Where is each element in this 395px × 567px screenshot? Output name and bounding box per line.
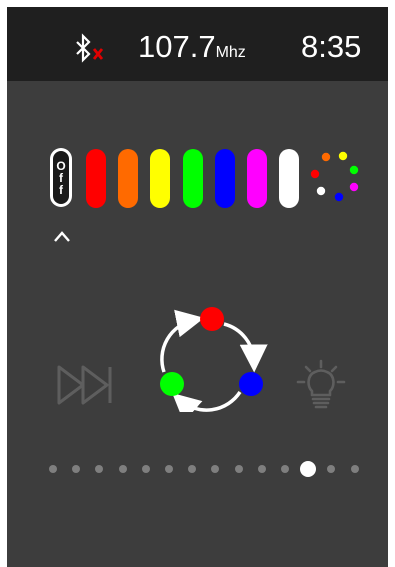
page-dot-active[interactable] xyxy=(300,461,317,477)
frequency-value: 107.7 xyxy=(138,29,216,64)
page-dot[interactable] xyxy=(49,465,57,473)
color-swatch-yellow[interactable] xyxy=(150,149,170,208)
color-off-button[interactable]: O f f xyxy=(50,148,72,207)
cycle-dot-green xyxy=(160,372,184,396)
bluetooth-disconnected-icon xyxy=(76,33,104,63)
off-letter: f xyxy=(59,170,63,185)
page-dot[interactable] xyxy=(72,465,81,473)
cycle-dot-red xyxy=(200,307,224,331)
color-swatch-red[interactable] xyxy=(86,149,106,208)
color-swatch-white[interactable] xyxy=(279,149,299,208)
page-dot[interactable] xyxy=(281,465,289,473)
page-dot[interactable] xyxy=(327,465,336,473)
page-dot[interactable] xyxy=(188,465,197,473)
page-dot[interactable] xyxy=(141,465,150,473)
off-letter: f xyxy=(59,182,63,197)
page-dot[interactable] xyxy=(350,465,359,473)
color-cycle-icon[interactable] xyxy=(144,300,270,412)
selection-caret-icon xyxy=(54,231,70,242)
clock: 8:35 xyxy=(301,29,362,64)
frequency-unit: Mhz xyxy=(215,44,246,61)
page-dot[interactable] xyxy=(118,465,127,473)
status-bar: 107.7Mhz 8:35 xyxy=(7,7,388,81)
multicolor-dots-icon[interactable] xyxy=(307,151,361,205)
color-swatch-blue[interactable] xyxy=(215,149,235,208)
page-dot[interactable] xyxy=(165,465,173,473)
cycle-dot-blue xyxy=(239,372,263,396)
off-label: O f f xyxy=(53,151,69,204)
color-swatch-green[interactable] xyxy=(183,149,203,208)
light-bulb-icon[interactable] xyxy=(294,359,348,411)
radio-frequency: 107.7Mhz xyxy=(138,29,246,65)
page-dot[interactable] xyxy=(234,465,243,473)
screen: 107.7Mhz 8:35 O f f xyxy=(7,7,388,567)
page-dot[interactable] xyxy=(211,465,220,473)
page-dot[interactable] xyxy=(257,465,266,473)
skip-forward-icon[interactable] xyxy=(56,364,114,406)
page-indicator xyxy=(7,459,388,479)
color-swatch-magenta[interactable] xyxy=(247,149,267,208)
color-swatch-orange[interactable] xyxy=(118,149,138,208)
page-dot[interactable] xyxy=(95,465,104,473)
off-letter: O xyxy=(56,158,66,173)
